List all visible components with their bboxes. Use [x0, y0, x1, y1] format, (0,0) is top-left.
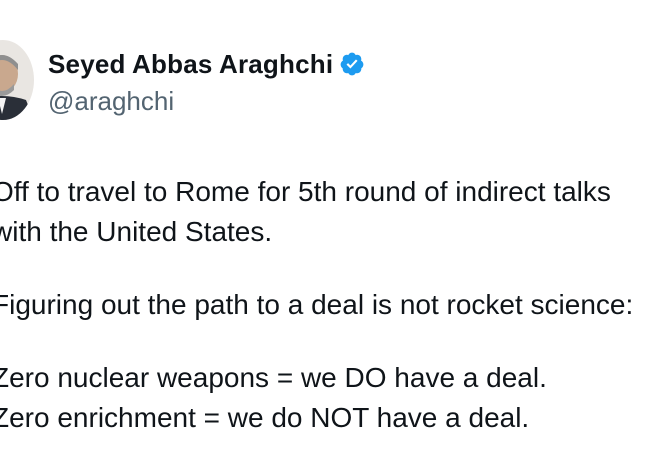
tweet-text-line: with the United States.	[0, 216, 273, 247]
author-avatar[interactable]	[0, 40, 34, 120]
tweet-text-line: Zero nuclear weapons = we DO have a deal…	[0, 362, 547, 393]
author-handle[interactable]: @araghchi	[48, 86, 365, 117]
paragraph-break	[0, 325, 633, 358]
tweet-header: Seyed Abbas Araghchi @araghchi	[48, 44, 365, 117]
tweet-text-line: Figuring out the path to a deal is not r…	[0, 289, 634, 320]
tweet-text-line: Zero enrichment = we do NOT have a deal.	[0, 402, 530, 433]
paragraph-break	[0, 252, 633, 285]
tweet-text-line: Off to travel to Rome for 5th round of i…	[0, 176, 611, 207]
avatar-photo	[0, 40, 34, 120]
tweet-card: Seyed Abbas Araghchi @araghchi Off to tr…	[0, 0, 660, 470]
tweet-text: Off to travel to Rome for 5th round of i…	[0, 172, 633, 438]
author-name-row[interactable]: Seyed Abbas Araghchi	[48, 44, 365, 84]
author-display-name[interactable]: Seyed Abbas Araghchi	[48, 49, 333, 80]
verified-badge-icon	[339, 51, 365, 77]
